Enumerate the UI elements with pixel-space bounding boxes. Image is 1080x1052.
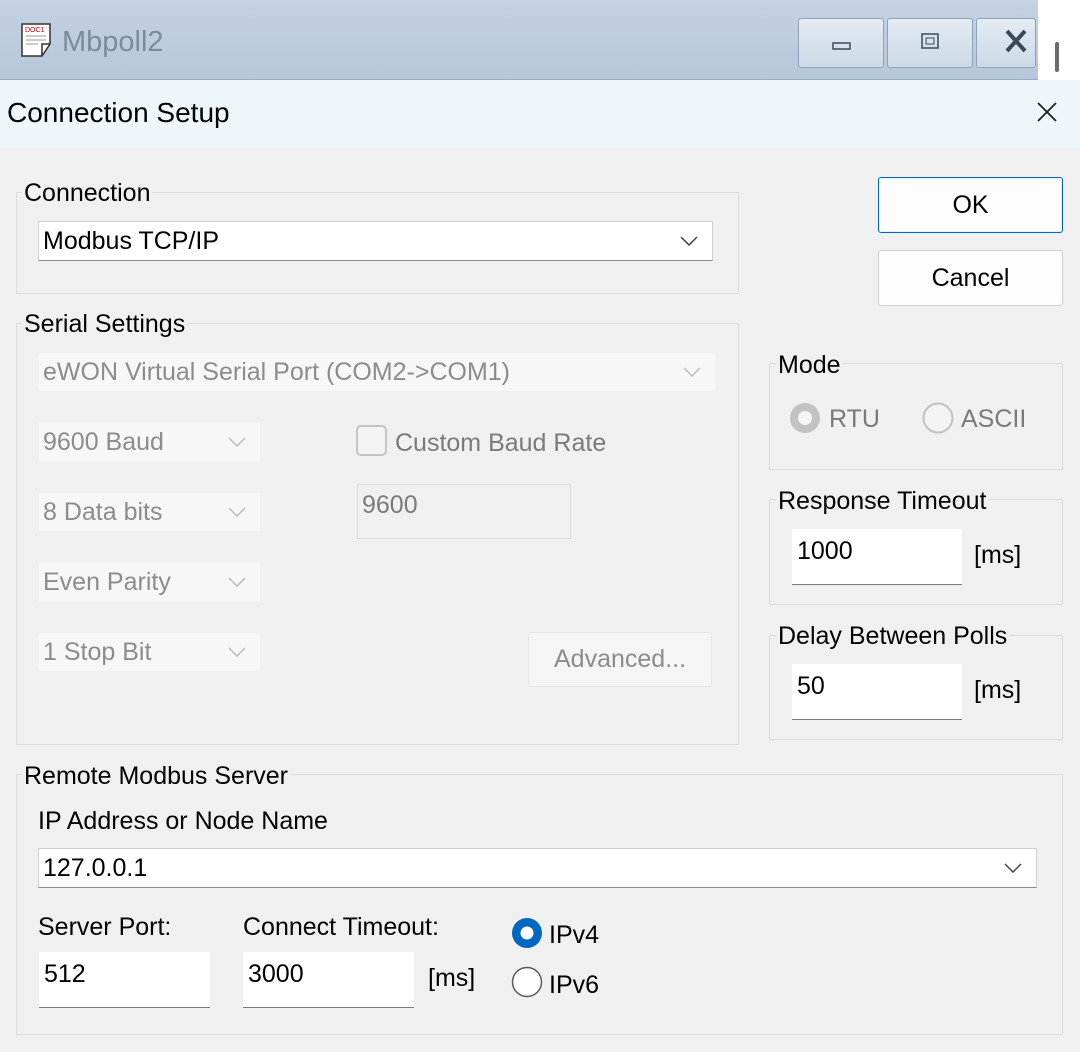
baud-rate-value: 9600 Baud xyxy=(43,427,164,456)
background-close-button[interactable] xyxy=(976,18,1036,68)
minimize-button[interactable] xyxy=(798,18,884,68)
serial-port-select[interactable]: eWON Virtual Serial Port (COM2->COM1) xyxy=(38,352,716,392)
chevron-down-icon xyxy=(680,236,698,246)
stop-bits-select[interactable]: 1 Stop Bit xyxy=(38,632,261,672)
connection-label: Connection xyxy=(22,179,153,208)
custom-baud-checkbox[interactable] xyxy=(356,425,387,456)
background-scrollbar xyxy=(1038,0,1080,80)
chevron-down-icon xyxy=(228,577,246,587)
mode-ascii-radio[interactable] xyxy=(922,402,954,434)
close-icon[interactable] xyxy=(1030,95,1064,129)
ip-address-value: 127.0.0.1 xyxy=(43,853,148,882)
serial-settings-label: Serial Settings xyxy=(22,310,188,339)
close-icon xyxy=(1005,29,1027,53)
ip-address-combobox[interactable]: 127.0.0.1 xyxy=(38,848,1037,888)
document-icon: DOC1 xyxy=(21,23,51,57)
chevron-down-icon xyxy=(1004,863,1022,873)
response-timeout-input[interactable]: 1000 xyxy=(792,529,962,585)
chevron-down-icon xyxy=(683,367,701,377)
baud-rate-select[interactable]: 9600 Baud xyxy=(38,422,261,462)
chevron-down-icon xyxy=(228,507,246,517)
ok-button[interactable]: OK xyxy=(878,177,1063,233)
stop-bits-value: 1 Stop Bit xyxy=(43,637,152,666)
serial-port-value: eWON Virtual Serial Port (COM2->COM1) xyxy=(43,357,510,386)
background-window-title: Mbpoll2 xyxy=(62,26,164,58)
remote-server-label: Remote Modbus Server xyxy=(22,762,291,791)
custom-baud-label: Custom Baud Rate xyxy=(395,429,607,457)
minimize-icon xyxy=(832,42,851,50)
connection-type-select[interactable]: Modbus TCP/IP xyxy=(38,221,713,261)
ipv6-label: IPv6 xyxy=(549,971,600,999)
connect-timeout-input[interactable]: 3000 xyxy=(243,952,414,1008)
connect-timeout-unit: [ms] xyxy=(428,964,476,992)
server-port-input[interactable]: 512 xyxy=(39,952,210,1008)
chevron-down-icon xyxy=(228,647,246,657)
parity-select[interactable]: Even Parity xyxy=(38,562,261,602)
mode-ascii-label: ASCII xyxy=(961,405,1027,433)
mode-rtu-radio[interactable] xyxy=(789,402,821,434)
scrollbar-thumb[interactable] xyxy=(1055,42,1059,72)
document-icon-caption: DOC1 xyxy=(25,27,45,34)
dialog-title: Connection Setup xyxy=(7,97,230,128)
ipv6-radio[interactable] xyxy=(511,966,543,998)
mode-rtu-label: RTU xyxy=(829,405,880,433)
chevron-down-icon xyxy=(228,437,246,447)
response-timeout-label: Response Timeout xyxy=(776,487,989,516)
mode-label: Mode xyxy=(776,351,843,380)
maximize-icon xyxy=(921,33,939,49)
custom-baud-input[interactable]: 9600 xyxy=(357,484,571,539)
data-bits-select[interactable]: 8 Data bits xyxy=(38,492,261,532)
ipv4-radio[interactable] xyxy=(511,917,543,949)
response-timeout-unit: [ms] xyxy=(974,541,1022,569)
ipv4-label: IPv4 xyxy=(549,921,600,949)
maximize-button[interactable] xyxy=(887,18,973,68)
ip-address-label: IP Address or Node Name xyxy=(38,807,328,835)
cancel-button[interactable]: Cancel xyxy=(878,250,1063,306)
advanced-button-label: Advanced... xyxy=(553,645,687,673)
server-port-label: Server Port: xyxy=(38,913,172,941)
connect-timeout-label: Connect Timeout: xyxy=(243,913,439,941)
delay-between-polls-input[interactable]: 50 xyxy=(792,664,962,720)
parity-value: Even Parity xyxy=(43,567,171,596)
data-bits-value: 8 Data bits xyxy=(43,497,163,526)
delay-between-polls-unit: [ms] xyxy=(974,676,1022,704)
advanced-button[interactable]: Advanced... xyxy=(528,632,712,687)
delay-between-polls-label: Delay Between Polls xyxy=(776,622,1010,651)
connection-type-value: Modbus TCP/IP xyxy=(43,226,220,255)
